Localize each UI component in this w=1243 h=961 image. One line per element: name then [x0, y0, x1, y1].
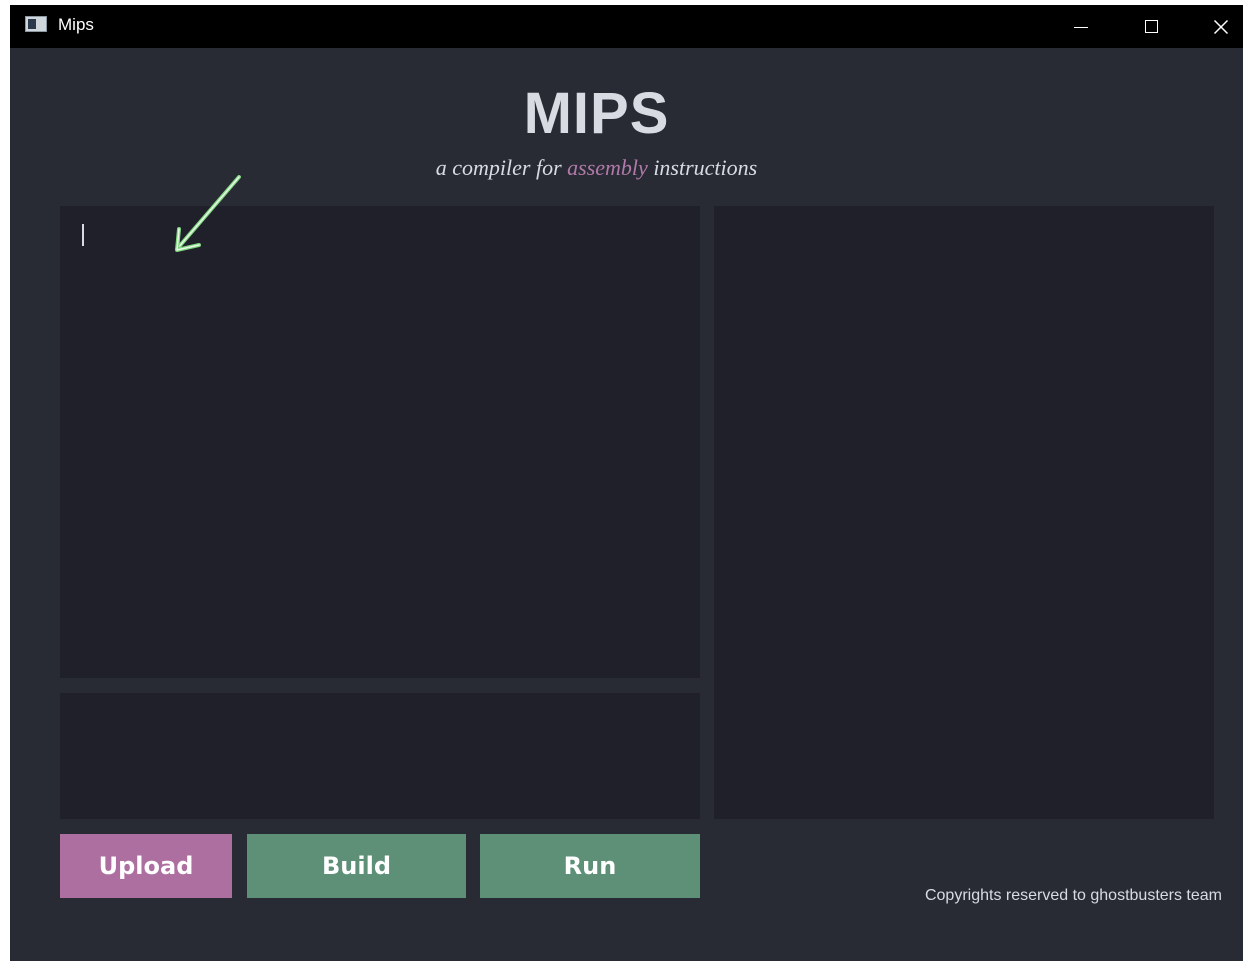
- copyright-text: Copyrights reserved to ghostbusters team: [924, 887, 1222, 904]
- output-panel[interactable]: [714, 206, 1214, 819]
- window-title: Mips: [58, 15, 94, 34]
- subtitle-suffix: instructions: [647, 155, 758, 180]
- close-icon: [1213, 19, 1229, 34]
- subtitle-prefix: a compiler for: [435, 155, 568, 180]
- green-arrow-icon: [175, 175, 241, 252]
- upload-button[interactable]: Upload: [60, 834, 232, 898]
- run-button[interactable]: Run: [480, 834, 700, 898]
- app-icon: [25, 16, 47, 32]
- code-editor[interactable]: [60, 206, 700, 678]
- console-panel[interactable]: [60, 693, 700, 819]
- app-title: MIPS: [523, 81, 670, 146]
- close-button[interactable]: [1198, 5, 1243, 48]
- maximize-button[interactable]: [1128, 5, 1174, 48]
- build-button[interactable]: Build: [247, 834, 466, 898]
- text-caret: [82, 224, 84, 246]
- title-bar[interactable]: Mips: [10, 5, 1243, 48]
- minimize-button[interactable]: [1058, 5, 1104, 48]
- minimize-icon: [1074, 26, 1088, 29]
- subtitle-accent: assembly: [567, 155, 648, 180]
- app-window: Mips MIPS a compiler for assembly instru…: [10, 5, 1243, 961]
- maximize-icon: [1144, 20, 1158, 33]
